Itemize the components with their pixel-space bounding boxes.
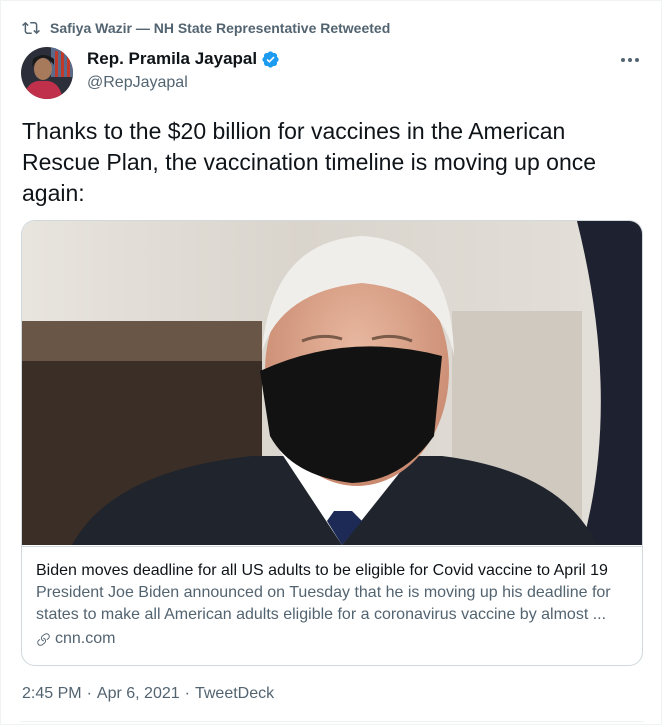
- card-domain: cnn.com: [36, 628, 628, 650]
- link-icon: [37, 632, 50, 646]
- verified-badge-icon: [262, 50, 279, 68]
- divider: [20, 721, 644, 722]
- tweet-text: Thanks to the $20 billion for vaccines i…: [22, 118, 597, 206]
- card-image: [22, 221, 642, 545]
- tweet-time[interactable]: 2:45 PM: [22, 685, 82, 703]
- handle[interactable]: @RepJayapal: [87, 74, 280, 92]
- tweet-meta: 2:45 PM · Apr 6, 2021 · TweetDeck: [22, 685, 274, 703]
- meta-separator: ·: [184, 685, 190, 702]
- tweet-date[interactable]: Apr 6, 2021: [97, 685, 180, 703]
- card-description: President Joe Biden announced on Tuesday…: [36, 584, 611, 623]
- card-body: Biden moves deadline for all US adults t…: [22, 546, 642, 665]
- card-title: Biden moves deadline for all US adults t…: [36, 562, 608, 579]
- retweet-context[interactable]: Safiya Wazir — NH State Representative R…: [22, 18, 390, 38]
- author-info[interactable]: Rep. Pramila Jayapal @RepJayapal: [87, 49, 280, 92]
- link-card[interactable]: Biden moves deadline for all US adults t…: [21, 220, 643, 666]
- card-domain-text: cnn.com: [55, 630, 116, 647]
- display-name[interactable]: Rep. Pramila Jayapal: [87, 49, 257, 69]
- meta-separator: ·: [86, 685, 92, 702]
- avatar[interactable]: [21, 47, 73, 99]
- tweet-source[interactable]: TweetDeck: [195, 685, 274, 703]
- retweet-text: Safiya Wazir — NH State Representative R…: [50, 20, 391, 36]
- more-horizontal-icon[interactable]: [618, 52, 642, 68]
- retweet-icon: [22, 21, 40, 35]
